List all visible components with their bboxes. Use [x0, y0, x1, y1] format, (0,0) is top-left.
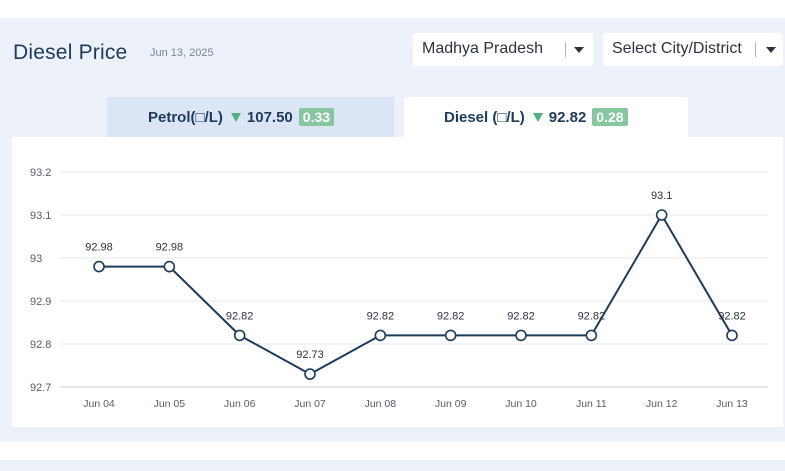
chevron-down-icon: [766, 47, 776, 53]
x-tick-label: Jun 04: [83, 398, 115, 410]
data-label: 92.82: [507, 310, 535, 322]
x-tick-label: Jun 09: [435, 398, 467, 410]
y-tick-label: 92.8: [30, 339, 51, 351]
data-point: [726, 329, 738, 342]
price-change-badge: 0.28: [592, 108, 628, 126]
city-select-value: Select City/District: [612, 40, 742, 57]
x-tick-label: Jun 12: [646, 398, 678, 410]
x-tick-label: Jun 11: [576, 398, 607, 410]
data-point: [93, 260, 105, 273]
data-point: [233, 329, 246, 342]
data-label: 92.73: [296, 349, 324, 361]
x-tick-label: Jun 07: [294, 398, 326, 410]
tab-diesel[interactable]: Diesel (□/L) 92.82 0.28: [404, 97, 688, 137]
y-tick-label: 92.9: [30, 296, 51, 308]
tab-petrol-label: Petrol(□/L): [148, 108, 223, 126]
x-tick-label: Jun 08: [365, 398, 397, 410]
price-change-badge: 0.33: [298, 108, 335, 126]
x-tick-label: Jun 05: [154, 398, 186, 410]
y-tick-label: 93.2: [30, 167, 51, 179]
tab-diesel-price: 92.82: [548, 108, 587, 126]
bottom-divider: [0, 460, 785, 471]
down-arrow-icon: [230, 112, 241, 122]
data-point: [374, 329, 387, 342]
data-point: [304, 368, 316, 380]
chevron-down-icon: [574, 47, 584, 53]
x-tick-label: Jun 10: [505, 398, 537, 410]
tab-diesel-label: Diesel (□/L): [444, 108, 525, 126]
state-select[interactable]: Madhya Pradesh: [413, 33, 593, 66]
data-label: 93.1: [651, 190, 672, 202]
chart-card: 92.7 92.8 92.9 93 93.1 93.2 Jun 04 Jun 05 Jun 06…: [12, 137, 783, 427]
data-point: [655, 209, 668, 221]
data-point: [444, 329, 457, 342]
data-point: [163, 260, 176, 273]
city-select[interactable]: Select City/District: [603, 33, 783, 66]
data-label: 92.82: [226, 310, 254, 322]
data-label: 92.82: [437, 310, 465, 322]
x-tick-label: Jun 06: [224, 398, 256, 410]
y-tick-label: 93: [30, 253, 42, 265]
data-label: 92.82: [718, 310, 746, 322]
series-line: [99, 213, 733, 376]
data-label: 92.82: [367, 310, 395, 322]
select-separator: [755, 42, 756, 57]
x-tick-label: Jun 13: [716, 398, 748, 410]
y-tick-label: 93.1: [30, 210, 51, 222]
data-label: 92.82: [578, 310, 606, 322]
select-separator: [565, 42, 566, 57]
page-title: Diesel Price: [13, 41, 128, 64]
y-tick-label: 92.7: [30, 382, 51, 394]
state-select-value: Madhya Pradesh: [422, 40, 543, 57]
data-point: [585, 329, 598, 342]
tab-petrol[interactable]: Petrol(□/L) 107.50 0.33: [107, 97, 394, 137]
data-label: 92.98: [156, 242, 184, 254]
tab-petrol-price: 107.50: [246, 108, 293, 126]
price-date: Jun 13, 2025: [150, 47, 214, 59]
price-line-chart: 92.7 92.8 92.9 93 93.1 93.2 Jun 04 Jun 05 Jun 06…: [30, 167, 768, 410]
data-point: [515, 329, 527, 342]
data-label: 92.98: [85, 242, 113, 254]
down-arrow-icon: [532, 112, 543, 122]
